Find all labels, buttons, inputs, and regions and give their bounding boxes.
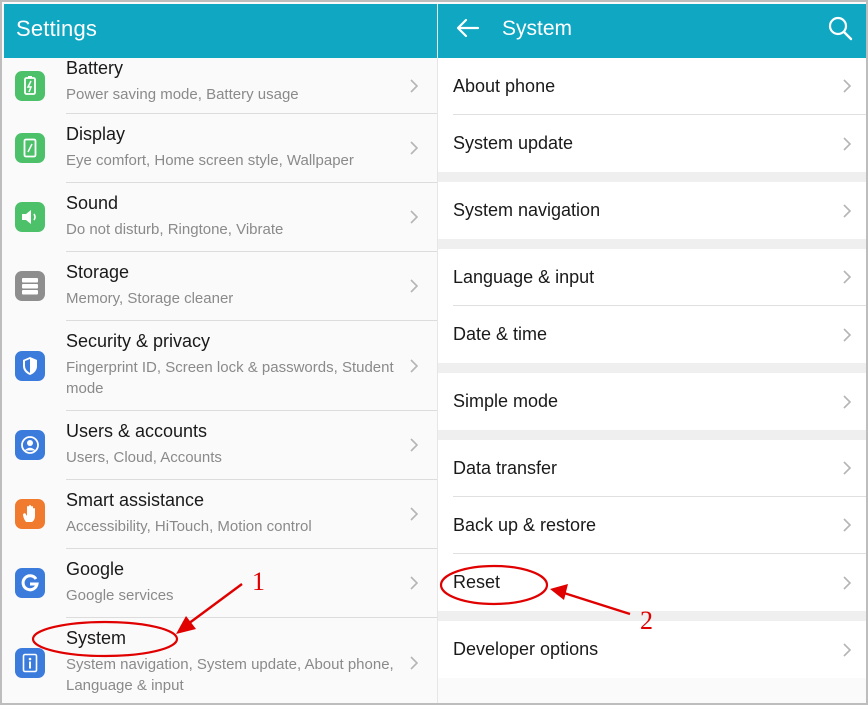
back-arrow-icon[interactable] xyxy=(454,14,482,42)
google-icon xyxy=(15,568,45,598)
system-item-label: Language & input xyxy=(453,267,595,287)
system-item-label: Simple mode xyxy=(453,391,559,411)
chevron-right-icon xyxy=(410,279,419,293)
chevron-right-icon xyxy=(843,270,852,284)
storage-icon xyxy=(15,271,45,301)
search-icon[interactable] xyxy=(826,14,854,42)
settings-item-label: Battery xyxy=(66,58,124,78)
chevron-right-icon xyxy=(843,394,852,409)
settings-item-users-accounts[interactable]: Users & accounts Users, Cloud, Accounts xyxy=(15,411,437,480)
settings-item-security-privacy[interactable]: Security & privacy Fingerprint ID, Screen… xyxy=(15,321,437,411)
system-item-about-phone[interactable]: About phone xyxy=(453,58,866,115)
shield-icon xyxy=(15,350,45,381)
system-item-system-navigation[interactable]: System navigation xyxy=(453,182,866,239)
system-group: About phone System update xyxy=(438,58,866,172)
chevron-right-icon xyxy=(843,136,852,151)
system-group: Language & input Date & time xyxy=(438,249,866,363)
system-item-date-time[interactable]: Date & time xyxy=(453,306,866,363)
hand-icon xyxy=(15,499,45,529)
system-item-label: Data transfer xyxy=(453,458,558,478)
sound-icon xyxy=(15,202,45,232)
settings-item-display[interactable]: Display Eye comfort, Home screen style, W… xyxy=(15,114,437,183)
system-list: About phone System update System navigatio… xyxy=(438,58,866,678)
system-item-label: Back up & restore xyxy=(453,515,597,535)
group-divider xyxy=(438,172,866,182)
group-divider xyxy=(438,239,866,249)
group-divider xyxy=(438,611,866,621)
step1-label: 1 xyxy=(252,567,265,596)
settings-item-subtitle: Google services xyxy=(66,587,174,604)
step2-label: 2 xyxy=(640,606,653,635)
settings-item-subtitle: Memory, Storage cleaner xyxy=(66,290,234,307)
group-divider xyxy=(438,430,866,440)
settings-item-subtitle: Power saving mode, Battery usage xyxy=(66,86,299,103)
settings-item-subtitle: Eye comfort, Home screen style, Wallpape… xyxy=(66,152,354,169)
system-group: Developer options xyxy=(438,621,866,678)
settings-item-label: System xyxy=(66,628,127,648)
system-group: Simple mode xyxy=(438,373,866,430)
chevron-right-icon xyxy=(410,358,419,373)
settings-item-label: Smart assistance xyxy=(66,490,205,510)
settings-item-sound[interactable]: Sound Do not disturb, Ringtone, Vibrate xyxy=(15,183,437,252)
settings-item-label: Users & accounts xyxy=(66,421,208,441)
system-item-developer-options[interactable]: Developer options xyxy=(453,621,866,678)
chevron-right-icon xyxy=(843,79,852,93)
settings-item-subtitle: System navigation, System update, About … xyxy=(66,656,394,694)
settings-item-subtitle: Fingerprint ID, Screen lock & passwords,… xyxy=(66,359,394,397)
system-item-label: System update xyxy=(453,133,574,153)
battery-icon xyxy=(15,70,45,101)
chevron-right-icon xyxy=(410,438,419,452)
system-header: System xyxy=(438,4,866,58)
settings-item-subtitle: Users, Cloud, Accounts xyxy=(66,449,222,466)
settings-item-smart-assistance[interactable]: Smart assistance Accessibility, HiTouch, … xyxy=(15,480,437,549)
settings-item-label: Display xyxy=(66,124,126,144)
display-icon xyxy=(15,133,45,163)
user-icon xyxy=(15,430,45,460)
system-item-label: Date & time xyxy=(453,324,548,344)
chevron-right-icon xyxy=(410,141,419,155)
settings-item-battery[interactable]: Battery Power saving mode, Battery usage xyxy=(15,58,437,114)
chevron-right-icon xyxy=(410,78,419,93)
system-item-label: Reset xyxy=(453,572,501,592)
system-item-back-up-restore[interactable]: Back up & restore xyxy=(453,497,866,554)
system-item-simple-mode[interactable]: Simple mode xyxy=(453,373,866,430)
chevron-right-icon xyxy=(843,327,852,342)
chevron-right-icon xyxy=(843,642,852,657)
chevron-right-icon xyxy=(410,576,419,590)
system-item-label: About phone xyxy=(453,76,556,96)
system-group: System navigation xyxy=(438,182,866,239)
settings-item-label: Storage xyxy=(66,262,130,282)
system-title: System xyxy=(502,17,573,40)
chevron-right-icon xyxy=(843,461,852,475)
chevron-right-icon xyxy=(843,518,852,532)
settings-item-storage[interactable]: Storage Memory, Storage cleaner xyxy=(15,252,437,321)
info-icon xyxy=(15,648,45,678)
settings-item-label: Google xyxy=(66,559,125,579)
system-item-label: Developer options xyxy=(453,639,599,659)
settings-item-label: Sound xyxy=(66,193,119,213)
settings-header: Settings xyxy=(4,4,437,58)
settings-item-subtitle: Accessibility, HiTouch, Motion control xyxy=(66,518,312,535)
settings-panel: Settings Battery Power saving mode, Batte… xyxy=(4,4,437,703)
screenshot-frame: Settings Battery Power saving mode, Batte… xyxy=(0,0,868,705)
system-item-reset[interactable]: Reset xyxy=(453,554,866,611)
system-item-system-update[interactable]: System update xyxy=(453,115,866,172)
settings-item-system[interactable]: System System navigation, System update, … xyxy=(15,618,437,703)
settings-list: Battery Power saving mode, Battery usage D… xyxy=(4,58,437,703)
system-group: Data transfer Back up & restore Reset xyxy=(438,440,866,611)
chevron-right-icon xyxy=(843,575,852,590)
system-panel: System About phone System update System na… xyxy=(437,4,866,703)
chevron-right-icon xyxy=(410,656,419,670)
system-item-label: System navigation xyxy=(453,200,601,220)
settings-item-label: Security & privacy xyxy=(66,331,211,351)
system-item-data-transfer[interactable]: Data transfer xyxy=(453,440,866,497)
system-item-language-input[interactable]: Language & input xyxy=(453,249,866,306)
settings-title: Settings xyxy=(16,16,98,41)
chevron-right-icon xyxy=(843,203,852,218)
settings-item-subtitle: Do not disturb, Ringtone, Vibrate xyxy=(66,221,284,238)
chevron-right-icon xyxy=(410,507,419,521)
chevron-right-icon xyxy=(410,210,419,224)
group-divider xyxy=(438,363,866,373)
